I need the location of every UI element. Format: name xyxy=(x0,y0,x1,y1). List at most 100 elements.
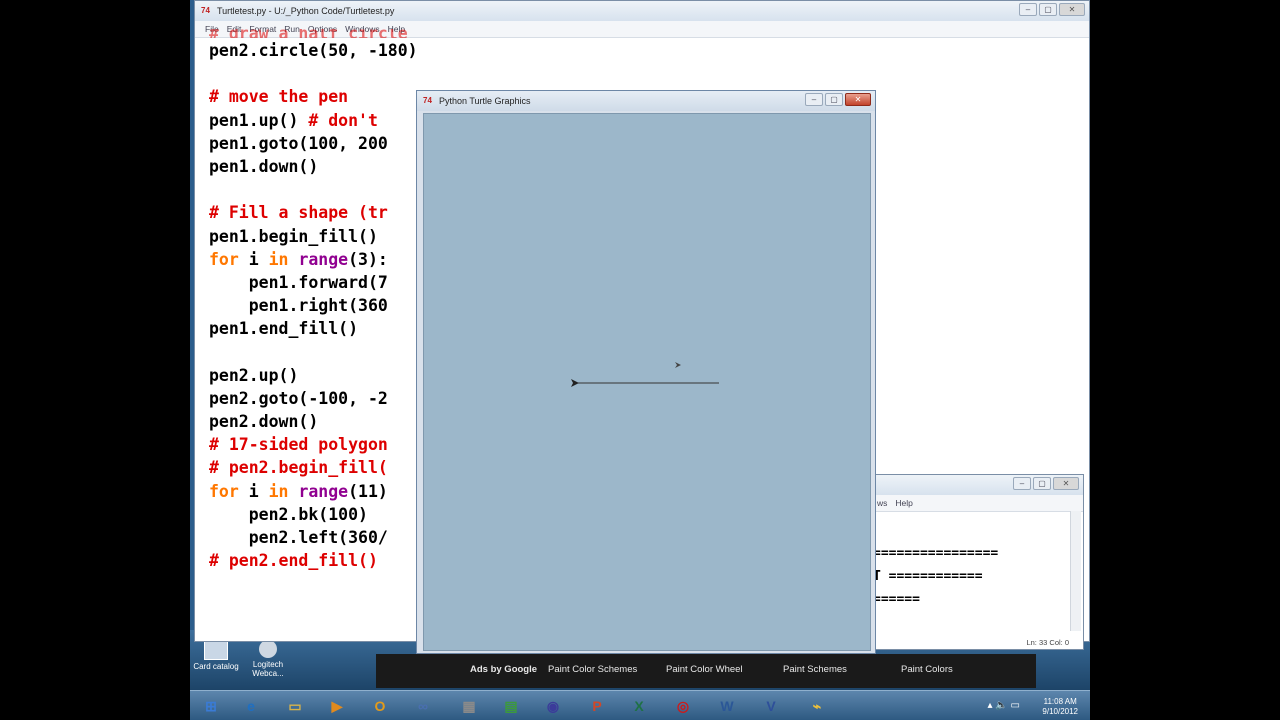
word-icon[interactable]: W xyxy=(710,694,744,718)
status-bar: Ln: 33 Col: 0 xyxy=(1026,638,1069,647)
code-token: pen1.down() xyxy=(209,156,319,176)
code-token: pen2.up() xyxy=(209,365,299,385)
shell-titlebar[interactable]: – ▢ ✕ xyxy=(873,475,1083,495)
desktop-icon-card-catalog[interactable]: Card catalog xyxy=(190,640,242,671)
code-token: pen1.right(360 xyxy=(209,296,388,316)
code-token: (11) xyxy=(348,481,388,501)
menu-item-help[interactable]: Help xyxy=(895,495,912,511)
code-token: i xyxy=(238,249,269,269)
minimize-button[interactable]: – xyxy=(805,93,823,106)
internet-explorer-icon[interactable]: e xyxy=(234,694,268,718)
ad-link[interactable]: Paint Schemes xyxy=(783,664,847,675)
code-line: pen1.up() # don't xyxy=(209,109,418,132)
code-token: in xyxy=(268,249,289,269)
code-line: for i in range(3): xyxy=(209,248,418,271)
turtle-canvas xyxy=(423,113,871,651)
clock-date: 9/10/2012 xyxy=(1042,707,1078,716)
close-button[interactable]: ✕ xyxy=(1059,3,1085,16)
start-orb-icon[interactable]: ⊞ xyxy=(194,694,228,718)
turtle-graphics-window: 74 Python Turtle Graphics – ▢ ✕ xyxy=(416,90,876,654)
code-line: for i in range(11) xyxy=(209,480,418,503)
media-player-icon[interactable]: ▶ xyxy=(320,694,354,718)
maximize-button[interactable]: ▢ xyxy=(1033,477,1051,490)
code-line: # pen2.begin_fill( xyxy=(209,456,418,479)
code-line: # Fill a shape (tr xyxy=(209,201,418,224)
code-line: pen2.down() xyxy=(209,410,418,433)
powerpoint-icon[interactable]: P xyxy=(580,694,614,718)
desktop-icon-label: Logitech Webca... xyxy=(252,660,284,678)
code-line: pen2.circle(50, -180) xyxy=(209,39,418,62)
code-line: # move the pen xyxy=(209,85,418,108)
close-button[interactable]: ✕ xyxy=(845,93,871,106)
tk-feather-icon: 74 xyxy=(201,6,210,15)
partial-code-line: # draw a half circle xyxy=(209,29,408,38)
opera-icon[interactable]: ◎ xyxy=(666,694,700,718)
code-line: # 17-sided polygon xyxy=(209,433,418,456)
code-line: pen1.goto(100, 200 xyxy=(209,132,418,155)
chart-icon[interactable]: ▤ xyxy=(494,694,528,718)
code-token: i xyxy=(238,481,269,501)
desktop: Card catalog Logitech Webca... 74 Turtle… xyxy=(190,0,1090,720)
ad-link[interactable]: Paint Colors xyxy=(901,664,953,675)
ad-link[interactable]: Paint Color Wheel xyxy=(666,664,743,675)
calculator-icon[interactable]: ▦ xyxy=(452,694,486,718)
ad-link[interactable]: Paint Color Schemes xyxy=(548,664,637,675)
minimize-button[interactable]: – xyxy=(1019,3,1037,16)
code-line: pen2.goto(-100, -2 xyxy=(209,387,418,410)
code-token: # pen2.begin_fill( xyxy=(209,458,388,478)
code-token: # Fill a shape (tr xyxy=(209,203,388,223)
taskbar: ⊞ e ▭ ▶ O ∞ ▦ ▤ ◉ P X ◎ W V ⌁ ▴ 🔈 ▭ 11:08 AM 9/10/2012 xyxy=(190,690,1090,720)
code-token: pen2.down() xyxy=(209,412,319,431)
code-token: # move the pen xyxy=(209,87,349,107)
excel-icon[interactable]: X xyxy=(622,694,656,718)
code-editor[interactable]: pen2.circle(50, -180) # move the pen pen1.… xyxy=(209,39,418,572)
code-line: pen1.end_fill() xyxy=(209,317,418,340)
code-token: pen2.bk(100) xyxy=(209,504,368,524)
close-button[interactable]: ✕ xyxy=(1053,477,1079,490)
clock-time: 11:08 AM xyxy=(1043,697,1077,706)
code-token: pen1.begin_fill() xyxy=(209,226,378,246)
code-token: range xyxy=(298,249,349,269)
python-shell-window: – ▢ ✕ ws Help ================ T =======… xyxy=(872,474,1084,650)
outlook-icon[interactable]: O xyxy=(363,694,397,718)
code-line: pen2.bk(100) xyxy=(209,503,418,526)
maximize-button[interactable]: ▢ xyxy=(1039,3,1057,16)
shell-output-line: ================ xyxy=(873,546,999,561)
shell-output-line: ====== xyxy=(873,592,920,607)
code-token: range xyxy=(298,481,349,501)
code-token: # pen2.end_fill() xyxy=(209,551,378,571)
vertical-scrollbar[interactable] xyxy=(1070,511,1081,631)
editor-titlebar[interactable]: 74 Turtletest.py - U:/_Python Code/Turtl… xyxy=(195,1,1089,21)
desktop-icon-label: Card catalog xyxy=(193,662,239,671)
code-line: pen2.up() xyxy=(209,364,418,387)
visio-icon[interactable]: V xyxy=(754,694,788,718)
card-catalog-icon xyxy=(204,640,228,660)
code-line: # pen2.end_fill() xyxy=(209,549,418,572)
code-token: in xyxy=(268,481,289,501)
code-line: pen1.down() xyxy=(209,155,418,178)
code-token: for xyxy=(209,481,239,501)
python-icon[interactable]: ⌁ xyxy=(800,694,834,718)
network-icon[interactable]: ∞ xyxy=(406,694,440,718)
code-token: for xyxy=(209,249,239,269)
turtle-titlebar[interactable]: 74 Python Turtle Graphics – ▢ ✕ xyxy=(417,91,875,111)
code-line: pen1.right(360 xyxy=(209,294,418,317)
maximize-button[interactable]: ▢ xyxy=(825,93,843,106)
eclipse-icon[interactable]: ◉ xyxy=(536,694,570,718)
desktop-icon-webcam[interactable]: Logitech Webca... xyxy=(242,640,294,678)
clock[interactable]: 11:08 AM 9/10/2012 xyxy=(1042,697,1078,717)
tk-feather-icon: 74 xyxy=(423,96,432,105)
minimize-button[interactable]: – xyxy=(1013,477,1031,490)
menu-item-windows[interactable]: ws xyxy=(877,495,887,511)
turtle-cursor-pen1 xyxy=(571,379,579,387)
file-explorer-icon[interactable]: ▭ xyxy=(278,694,312,718)
system-tray: ▴ 🔈 ▭ xyxy=(987,700,1020,711)
code-token: pen1.end_fill() xyxy=(209,319,359,339)
editor-title: Turtletest.py - U:/_Python Code/Turtlete… xyxy=(217,6,395,16)
code-token: pen2.circle(50, -180) xyxy=(209,41,418,60)
